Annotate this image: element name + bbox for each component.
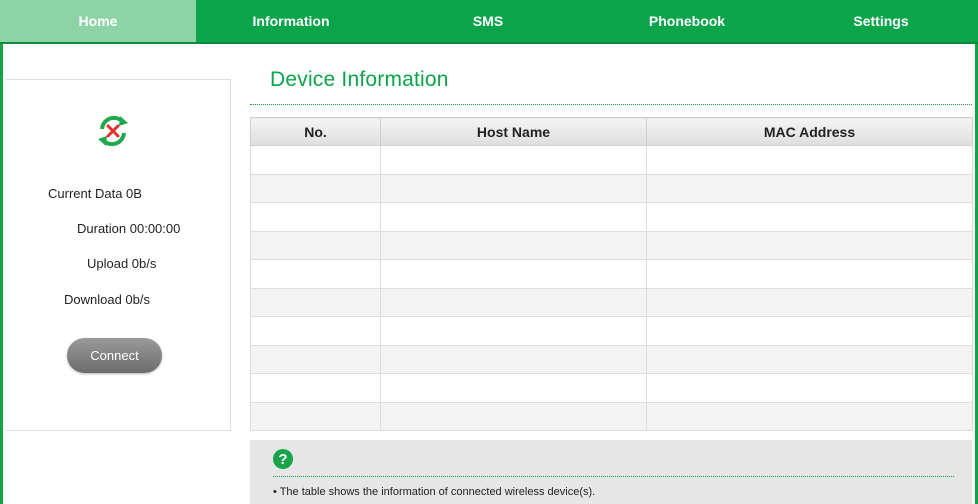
disconnected-sync-icon xyxy=(98,115,128,147)
cell-host-name xyxy=(380,373,647,403)
table-row xyxy=(250,202,973,232)
connection-status-panel: Current Data 0B Duration 00:00:00 Upload… xyxy=(6,79,231,431)
table-row xyxy=(250,173,973,203)
cell-no xyxy=(250,344,381,374)
cell-mac-address xyxy=(646,373,973,403)
column-header-host-name: Host Name xyxy=(380,117,647,146)
cell-mac-address xyxy=(646,173,973,203)
nav-phonebook[interactable]: Phonebook xyxy=(590,0,784,42)
cell-host-name xyxy=(380,401,647,431)
cell-host-name xyxy=(380,230,647,260)
table-row xyxy=(250,287,973,317)
title-divider xyxy=(250,104,972,105)
table-row xyxy=(250,344,973,374)
table-row xyxy=(250,401,973,431)
help-text: • The table shows the information of con… xyxy=(273,486,596,498)
table-header-row: No. Host Name MAC Address xyxy=(250,117,973,146)
cell-no xyxy=(250,230,381,260)
cell-host-name xyxy=(380,287,647,317)
duration-text: Duration 00:00:00 xyxy=(77,221,181,236)
cell-mac-address xyxy=(646,316,973,346)
nav-information[interactable]: Information xyxy=(196,0,386,42)
table-row xyxy=(250,316,973,346)
cell-no xyxy=(250,373,381,403)
nav-home[interactable]: Home xyxy=(0,0,196,42)
cell-host-name xyxy=(380,145,647,175)
cell-mac-address xyxy=(646,287,973,317)
table-row xyxy=(250,145,973,175)
cell-host-name xyxy=(380,316,647,346)
nav-sms[interactable]: SMS xyxy=(386,0,590,42)
cell-no xyxy=(250,287,381,317)
cell-no xyxy=(250,316,381,346)
cell-no xyxy=(250,173,381,203)
upload-rate-text: Upload 0b/s xyxy=(87,256,157,271)
cell-host-name xyxy=(380,202,647,232)
cell-no xyxy=(250,259,381,289)
current-data-text: Current Data 0B xyxy=(48,186,142,201)
cell-host-name xyxy=(380,259,647,289)
table-row xyxy=(250,230,973,260)
cell-no xyxy=(250,202,381,232)
cell-mac-address xyxy=(646,401,973,431)
cell-mac-address xyxy=(646,230,973,260)
cell-mac-address xyxy=(646,202,973,232)
table-row xyxy=(250,373,973,403)
cell-host-name xyxy=(380,344,647,374)
top-nav: Home Information SMS Phonebook Settings xyxy=(0,0,978,44)
cell-no xyxy=(250,401,381,431)
page-title: Device Information xyxy=(270,68,449,91)
table-row xyxy=(250,259,973,289)
help-panel: ? • The table shows the information of c… xyxy=(250,440,972,504)
column-header-mac-address: MAC Address xyxy=(646,117,973,146)
cell-no xyxy=(250,145,381,175)
help-divider xyxy=(273,476,954,477)
download-rate-text: Download 0b/s xyxy=(64,292,150,307)
cell-mac-address xyxy=(646,145,973,175)
cell-mac-address xyxy=(646,344,973,374)
nav-settings[interactable]: Settings xyxy=(784,0,978,42)
cell-host-name xyxy=(380,173,647,203)
help-icon[interactable]: ? xyxy=(273,449,293,469)
device-table: No. Host Name MAC Address xyxy=(250,117,973,431)
cell-mac-address xyxy=(646,259,973,289)
column-header-no: No. xyxy=(250,117,381,146)
connect-button[interactable]: Connect xyxy=(67,338,162,373)
